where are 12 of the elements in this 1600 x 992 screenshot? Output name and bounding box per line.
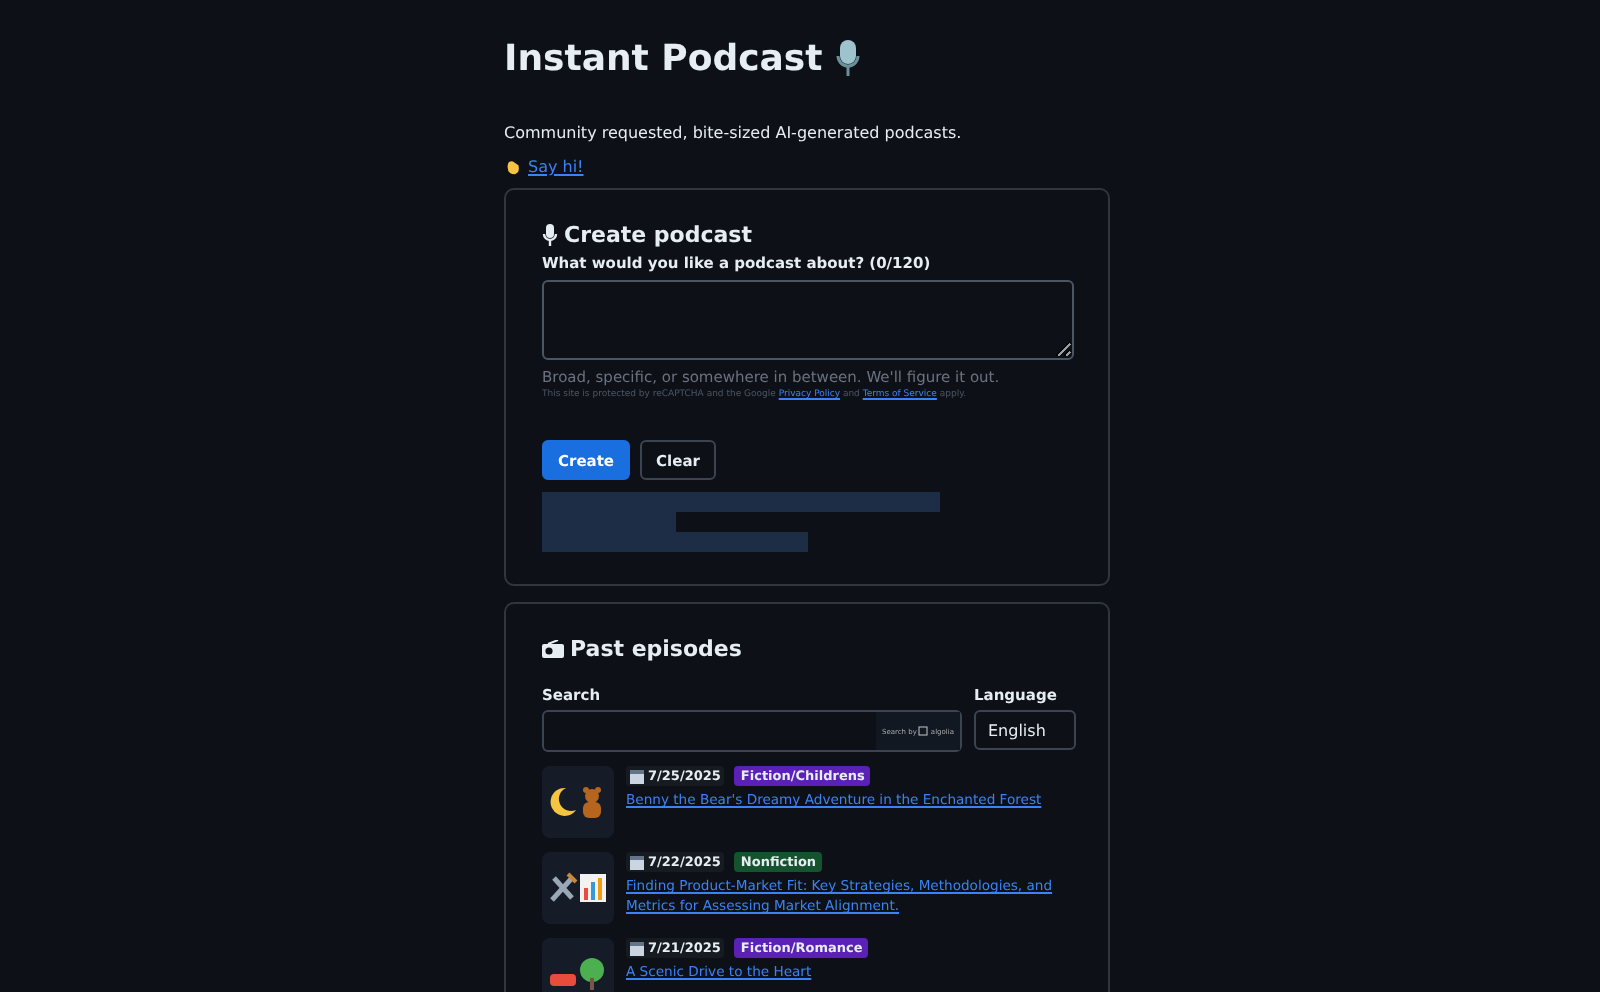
topic-field[interactable] [542,280,1074,360]
page-title: Instant Podcast [504,37,823,79]
say-hi-link[interactable]: Say hi! [528,158,584,176]
microphone-icon [542,223,558,247]
thumbnail-drawing [548,958,608,990]
language-select[interactable]: English [974,710,1076,750]
radio-icon [542,640,564,658]
tagline: Community requested, bite-sized AI-generated podcasts. [504,124,964,142]
thumbnail-drawing [548,872,608,904]
section-heading: Create podcast [564,222,752,248]
section-heading: Past episodes [570,636,742,662]
microphone-icon [834,38,863,78]
